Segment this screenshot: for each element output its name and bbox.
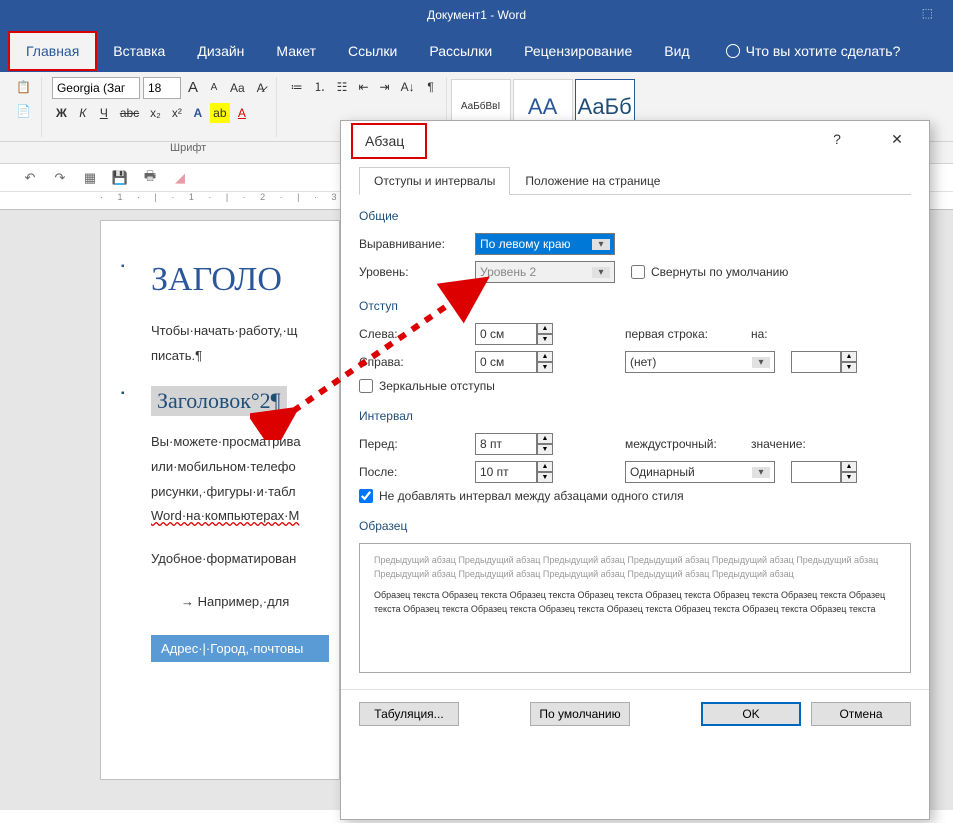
help-button[interactable]: ? <box>817 131 857 148</box>
bulb-icon <box>726 44 740 58</box>
level-select[interactable]: Уровень 2▾ <box>475 261 615 283</box>
paragraph-dialog: Абзац ? ✕ Отступы и интервалы Положение … <box>340 120 930 820</box>
highlight-button[interactable]: ab <box>210 103 230 123</box>
default-button[interactable]: По умолчанию <box>530 702 630 726</box>
first-line-label: первая строка: <box>625 327 735 341</box>
tab-insert[interactable]: Вставка <box>97 33 181 69</box>
chevron-down-icon: ▾ <box>592 239 610 250</box>
preview-box: Предыдущий абзац Предыдущий абзац Предыд… <box>359 543 911 673</box>
dialog-buttons: Табуляция... По умолчанию OK Отмена <box>341 689 929 738</box>
italic-button[interactable]: К <box>74 103 92 123</box>
by-label: на: <box>751 327 768 341</box>
tab-mailings[interactable]: Рассылки <box>413 33 508 69</box>
eraser-button[interactable]: ◢ <box>170 168 190 188</box>
window-controls-icon[interactable]: ⬚ <box>922 6 933 20</box>
ok-button[interactable]: OK <box>701 702 801 726</box>
tabs-button[interactable]: Табуляция... <box>359 702 459 726</box>
chevron-down-icon: ▾ <box>752 467 770 478</box>
shrink-font-button[interactable]: A <box>205 78 223 98</box>
text-effects-button[interactable]: A <box>189 103 207 123</box>
underline-button[interactable]: Ч <box>95 103 113 123</box>
multilevel-button[interactable]: ☷ <box>333 77 352 97</box>
mirror-checkbox[interactable]: Зеркальные отступы <box>359 379 911 393</box>
font-group: A A Aa A̷ Ж К Ч abc x₂ x² A ab A <box>46 77 277 137</box>
grow-font-button[interactable]: A <box>184 78 202 98</box>
paragraph[interactable]: → Например,·для <box>151 590 329 615</box>
tell-me[interactable]: Что вы хотите сделать? <box>726 43 901 59</box>
redo-button[interactable]: ↷ <box>50 168 70 188</box>
font-name-select[interactable] <box>52 77 140 99</box>
save-button[interactable]: 💾 <box>110 168 130 188</box>
dialog-tabs: Отступы и интервалы Положение на страниц… <box>359 167 911 195</box>
space-after-spinner[interactable]: 10 пт▲▼ <box>475 461 553 483</box>
level-label: Уровень: <box>359 265 459 279</box>
tell-me-label: Что вы хотите сделать? <box>746 43 901 59</box>
align-label: Выравнивание: <box>359 237 459 251</box>
dec-indent-button[interactable]: ⇤ <box>354 77 372 97</box>
left-label: Слева: <box>359 327 459 341</box>
after-label: После: <box>359 465 459 479</box>
paste-button[interactable]: 📋 <box>12 77 35 97</box>
bold-button[interactable]: Ж <box>52 103 71 123</box>
inc-indent-button[interactable]: ⇥ <box>376 77 394 97</box>
tab-design[interactable]: Дизайн <box>181 33 260 69</box>
value-spinner[interactable]: ▲▼ <box>791 461 857 483</box>
first-line-select[interactable]: (нет)▾ <box>625 351 775 373</box>
superscript-button[interactable]: x² <box>168 103 186 123</box>
ribbon-tabs: Главная Вставка Дизайн Макет Ссылки Расс… <box>0 30 953 72</box>
bullets-button[interactable]: ≔ <box>287 77 307 97</box>
tab-view[interactable]: Вид <box>648 33 705 69</box>
clear-format-button[interactable]: A̷ <box>252 78 270 98</box>
copy-button[interactable]: 📄 <box>12 101 35 121</box>
section-general: Общие <box>359 209 911 223</box>
paragraph[interactable]: Чтобы·начать·работу,·щписать.¶ <box>151 319 329 368</box>
strike-button[interactable]: abc <box>116 103 143 123</box>
section-indent: Отступ <box>359 299 911 313</box>
address-bar[interactable]: Адрес·|·Город,·почтовы <box>151 635 329 662</box>
before-label: Перед: <box>359 437 459 451</box>
alignment-select[interactable]: По левому краю▾ <box>475 233 615 255</box>
window-title: Документ1 - Word <box>427 8 526 22</box>
title-bar: Документ1 - Word ⬚ <box>0 0 953 30</box>
heading-1[interactable]: ЗАГОЛО <box>151 261 329 299</box>
font-size-select[interactable] <box>143 77 181 99</box>
heading-2[interactable]: Заголовок°2¶ <box>151 386 287 416</box>
space-before-spinner[interactable]: 8 пт▲▼ <box>475 433 553 455</box>
section-preview: Образец <box>359 519 911 533</box>
clipboard-group: 📋 📄 <box>6 77 42 137</box>
cancel-button[interactable]: Отмена <box>811 702 911 726</box>
print-button[interactable]: 🖶 <box>140 168 160 188</box>
numbering-button[interactable]: ⒈ <box>310 77 330 97</box>
chevron-down-icon: ▾ <box>592 267 610 278</box>
table-button[interactable]: ▦ <box>80 168 100 188</box>
line-spacing-label: междустрочный: <box>625 437 735 451</box>
tab-page-position[interactable]: Положение на странице <box>510 167 675 195</box>
sort-button[interactable]: A↓ <box>397 77 419 97</box>
tab-review[interactable]: Рецензирование <box>508 33 648 69</box>
by-spinner[interactable]: ▲▼ <box>791 351 857 373</box>
tab-layout[interactable]: Макет <box>260 33 332 69</box>
pilcrow-button[interactable]: ¶ <box>422 77 440 97</box>
section-spacing: Интервал <box>359 409 911 423</box>
value-label: значение: <box>751 437 806 451</box>
tab-indent-spacing[interactable]: Отступы и интервалы <box>359 167 510 195</box>
paragraph[interactable]: Удобное·форматирован <box>151 547 329 572</box>
indent-right-spinner[interactable]: 0 см▲▼ <box>475 351 553 373</box>
line-spacing-select[interactable]: Одинарный▾ <box>625 461 775 483</box>
subscript-button[interactable]: x₂ <box>146 103 165 123</box>
paragraph[interactable]: Вы·можете·просматрива или·мобильном·теле… <box>151 430 329 529</box>
change-case-button[interactable]: Aa <box>226 78 249 98</box>
tab-references[interactable]: Ссылки <box>332 33 413 69</box>
page[interactable]: ЗАГОЛО Чтобы·начать·работу,·щписать.¶ За… <box>100 220 340 780</box>
undo-button[interactable]: ↶ <box>20 168 40 188</box>
chevron-down-icon: ▾ <box>752 357 770 368</box>
collapse-checkbox[interactable]: Свернуты по умолчанию <box>631 265 788 279</box>
font-color-button[interactable]: A <box>233 103 251 123</box>
indent-left-spinner[interactable]: 0 см▲▼ <box>475 323 553 345</box>
right-label: Справа: <box>359 355 459 369</box>
no-space-same-checkbox[interactable]: Не добавлять интервал между абзацами одн… <box>359 489 911 503</box>
close-button[interactable]: ✕ <box>877 131 917 148</box>
tab-home[interactable]: Главная <box>8 31 97 71</box>
dialog-title: Абзац <box>351 123 427 159</box>
